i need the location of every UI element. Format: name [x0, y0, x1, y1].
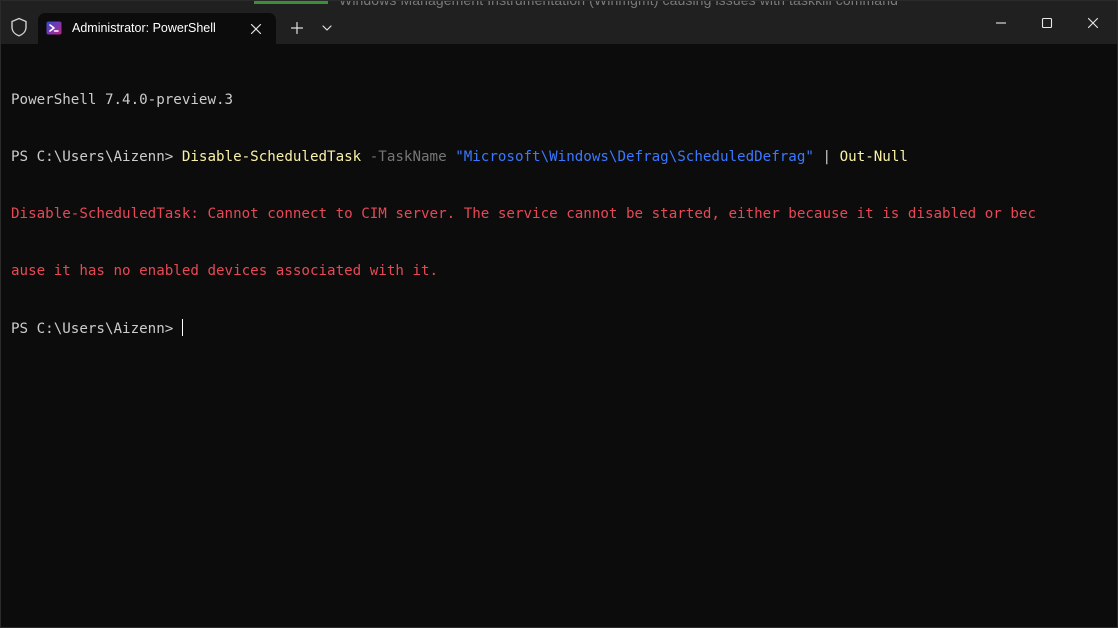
close-button[interactable] [1070, 1, 1116, 44]
minimize-button[interactable] [978, 1, 1024, 44]
tab-dropdown-button[interactable] [315, 16, 339, 40]
pipe-cmdlet: Out-Null [839, 149, 908, 165]
cmdlet: Disable-ScheduledTask [181, 149, 362, 165]
powershell-icon [46, 20, 62, 36]
prompt: PS C:\Users\Aizenn> [11, 321, 182, 337]
title-bar[interactable]: Windows Management Instrumentation (Winm… [1, 1, 1117, 44]
shield-icon [10, 17, 28, 37]
version-line: PowerShell 7.4.0-preview.3 [11, 91, 1107, 110]
prompt: PS C:\Users\Aizenn> [11, 149, 182, 165]
close-icon [1087, 17, 1099, 28]
command-line: PS C:\Users\Aizenn> Disable-ScheduledTas… [11, 148, 1107, 167]
text-cursor [181, 319, 183, 336]
background-window-title: Windows Management Instrumentation (Winm… [339, 0, 898, 8]
plus-icon [291, 22, 303, 34]
minimize-icon [996, 21, 1006, 24]
tab-title: Administrator: PowerShell [72, 21, 216, 35]
terminal-output[interactable]: PowerShell 7.4.0-preview.3 PS C:\Users\A… [11, 53, 1107, 376]
close-icon [250, 23, 262, 35]
terminal-window: Windows Management Instrumentation (Winm… [0, 0, 1118, 628]
parameter-value: "Microsoft\Windows\Defrag\ScheduledDefra… [455, 149, 814, 165]
tab-close-button[interactable] [244, 19, 268, 39]
current-prompt-line[interactable]: PS C:\Users\Aizenn> [11, 319, 1107, 338]
maximize-icon [1041, 17, 1053, 28]
error-line-1: Disable-ScheduledTask: Cannot connect to… [11, 206, 1036, 222]
background-window-accent [254, 1, 328, 4]
tab-powershell[interactable]: Administrator: PowerShell [38, 13, 276, 44]
new-tab-button[interactable] [285, 16, 309, 40]
error-line-2: ause it has no enabled devices associate… [11, 263, 439, 279]
version-text: PowerShell 7.4.0-preview.3 [11, 92, 234, 108]
pipe-operator: | [822, 149, 832, 165]
parameter-name: -TaskName [369, 149, 447, 165]
maximize-button[interactable] [1024, 1, 1070, 44]
chevron-down-icon [322, 25, 332, 31]
